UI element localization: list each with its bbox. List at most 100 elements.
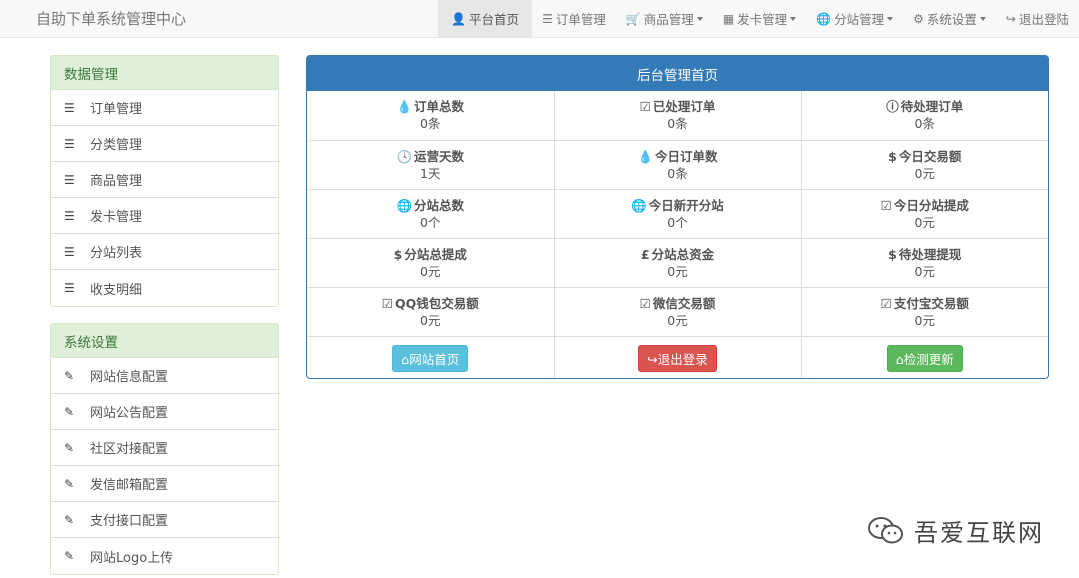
- button-label: 退出登录: [657, 351, 708, 367]
- nav-label: 订单管理: [555, 12, 606, 27]
- stat-value: 0条: [914, 116, 935, 132]
- nav-label: 商品管理: [643, 12, 694, 27]
- data_panel-item-1[interactable]: ☰ 分类管理: [51, 126, 278, 162]
- stat-value: 0元: [914, 214, 935, 230]
- top-nav: 👤 平台首页 ☰ 订单管理 🛒 商品管理 ▦ 发卡管理 🌐 分站管理 ⚙ 系统设置 ↪ 退出登陆: [438, 0, 1079, 37]
- stats-row: 🕓 运营天数 1天 💧 今日订单数 0条 $ 今日交易额 0元: [307, 139, 1048, 190]
- settings_panel-item-2[interactable]: ✎ 社区对接配置: [51, 430, 278, 466]
- stat-cell: 💧 今日订单数 0条: [553, 139, 802, 190]
- stat-value: 0元: [420, 263, 441, 279]
- dashboard-title: 后台管理首页: [307, 56, 1048, 91]
- stat-value: 0个: [420, 214, 441, 230]
- stat-label-text: 今日新开分站: [648, 197, 724, 213]
- list-item-label: 商品管理: [90, 174, 143, 189]
- stat-label: ☑ 已处理订单: [555, 98, 801, 115]
- system-settings-panel: 系统设置 ✎ 网站信息配置 ✎ 网站公告配置 ✎ 社区对接配置 ✎ 发信邮箱配置 ✎ 支付接口配置…: [50, 323, 279, 575]
- stat-label-text: 已处理订单: [652, 99, 716, 115]
- data_panel-item-0[interactable]: ☰ 订单管理: [51, 90, 278, 126]
- stats-row: $ 分站总提成 0元 £ 分站总资金 0元 $ 待处理提现 0元: [307, 237, 1049, 288]
- drop-icon: 💧: [396, 99, 413, 115]
- settings_panel-item-1[interactable]: ✎ 网站公告配置: [51, 394, 278, 430]
- edit-icon: ✎: [64, 476, 75, 491]
- dashboard-panel: 后台管理首页 💧 订单总数 0条 ☑ 已处理订单 0条 ⓘ 待处理订单 0条 🕓 运营天数 1天 💧 今日…: [306, 55, 1049, 379]
- stat-label: ☑ QQ钱包交易额: [307, 295, 554, 312]
- settings_panel-item-5[interactable]: ✎ 网站Logo上传: [51, 538, 278, 574]
- list-icon: ☰: [542, 11, 553, 26]
- nav-item-6[interactable]: ↪ 退出登陆: [996, 0, 1079, 37]
- check-square-icon: ☑: [880, 197, 892, 213]
- caret-down-icon: [887, 16, 894, 21]
- check-square-icon: ☑: [639, 99, 651, 115]
- logout-button[interactable]: ↪退出登录: [638, 344, 717, 372]
- list-icon: ☰: [64, 136, 75, 151]
- stat-value: 0元: [914, 263, 935, 279]
- stat-label-text: 今日交易额: [898, 148, 962, 164]
- user-icon: 👤: [451, 11, 467, 26]
- stat-label: ☑ 支付宝交易额: [802, 295, 1049, 312]
- globe-icon: 🌐: [816, 11, 832, 26]
- stat-label-text: 分站总数: [414, 197, 465, 213]
- stat-value: 0元: [914, 165, 935, 181]
- nav-item-4[interactable]: 🌐 分站管理: [806, 0, 903, 37]
- settings_panel-item-3[interactable]: ✎ 发信邮箱配置: [51, 466, 278, 502]
- nav-label: 退出登陆: [1018, 12, 1069, 27]
- list-icon: ☰: [64, 100, 75, 115]
- check-square-icon: ☑: [639, 295, 651, 311]
- brand-title[interactable]: 自助下单系统管理中心: [36, 8, 186, 29]
- settings_panel-item-0[interactable]: ✎ 网站信息配置: [51, 358, 278, 394]
- data_panel-item-4[interactable]: ☰ 分站列表: [51, 234, 278, 270]
- nav-item-2[interactable]: 🛒 商品管理: [616, 0, 713, 37]
- stat-label-text: 今日分站提成: [893, 197, 969, 213]
- stat-label-text: 分站总提成: [404, 246, 467, 262]
- home-button[interactable]: ⌂网站首页: [392, 344, 469, 372]
- stat-label: 🌐 分站总数: [307, 197, 554, 214]
- stat-cell: 🌐 今日新开分站 0个: [553, 188, 802, 239]
- stat-label-text: 待处理订单: [900, 99, 964, 115]
- dollar-icon: $: [888, 246, 897, 262]
- stat-label: 🌐 今日新开分站: [555, 197, 801, 214]
- data-management-list: ☰ 订单管理 ☰ 分类管理 ☰ 商品管理 ☰ 发卡管理 ☰ 分站列表 ☰ 收支明细: [51, 90, 278, 306]
- check-update-button[interactable]: ⌂检测更新: [886, 344, 963, 372]
- stat-label: $ 待处理提现: [802, 246, 1049, 263]
- data_panel-item-5[interactable]: ☰ 收支明细: [51, 270, 278, 306]
- stat-label: 🕓 运营天数: [307, 148, 554, 165]
- nav-item-3[interactable]: ▦ 发卡管理: [713, 0, 806, 37]
- stat-label: ☑ 微信交易额: [555, 295, 801, 312]
- stat-cell: $ 分站总提成 0元: [307, 237, 555, 288]
- list-item-label: 收支明细: [90, 282, 143, 298]
- stat-value: 0元: [667, 312, 688, 328]
- stats-table: 💧 订单总数 0条 ☑ 已处理订单 0条 ⓘ 待处理订单 0条 🕓 运营天数 1天 💧 今日订单数 0条 $ 今…: [307, 91, 1049, 378]
- list-item-label: 社区对接配置: [90, 442, 169, 457]
- nav-label: 发卡管理: [737, 12, 788, 27]
- watermark: 吾爱互联网: [866, 513, 1044, 548]
- actions-row: ⌂网站首页 ↪退出登录 ⌂检测更新: [307, 335, 1048, 378]
- caret-down-icon: [790, 16, 797, 21]
- settings_panel-item-4[interactable]: ✎ 支付接口配置: [51, 502, 278, 538]
- stat-label: £ 分站总资金: [555, 246, 801, 263]
- stat-label-text: 待处理提现: [898, 246, 962, 262]
- list-icon: ☰: [64, 244, 75, 259]
- action-cell: ⌂检测更新: [800, 335, 1048, 378]
- stat-value: 0条: [420, 116, 441, 132]
- stat-label: 💧 订单总数: [307, 98, 554, 115]
- button-label: 检测更新: [903, 351, 954, 367]
- data_panel-item-2[interactable]: ☰ 商品管理: [51, 162, 278, 198]
- edit-icon: ✎: [64, 549, 75, 563]
- action-cell: ⌂网站首页: [307, 335, 555, 378]
- globe-icon: 🌐: [396, 197, 413, 213]
- cart-icon: 🛒: [625, 11, 641, 26]
- list-item-label: 发信邮箱配置: [90, 478, 169, 493]
- nav-item-0[interactable]: 👤 平台首页: [438, 0, 533, 37]
- nav-item-5[interactable]: ⚙ 系统设置: [903, 0, 996, 37]
- stat-cell: ☑ QQ钱包交易额 0元: [307, 286, 555, 337]
- wechat-icon: [868, 516, 903, 543]
- data_panel-item-3[interactable]: ☰ 发卡管理: [51, 198, 278, 234]
- nav-label: 平台首页: [469, 12, 520, 27]
- list-item-label: 网站信息配置: [90, 370, 169, 385]
- stat-label-text: 运营天数: [414, 148, 465, 164]
- nav-item-1[interactable]: ☰ 订单管理: [532, 0, 616, 37]
- stats-row: 🌐 分站总数 0个 🌐 今日新开分站 0个 ☑ 今日分站提成 0元: [307, 188, 1048, 239]
- stat-value: 1天: [420, 165, 441, 181]
- top-navbar: 自助下单系统管理中心 👤 平台首页 ☰ 订单管理 🛒 商品管理 ▦ 发卡管理 🌐 分站管理 ⚙ 系统设…: [0, 0, 1079, 38]
- stats-row: 💧 订单总数 0条 ☑ 已处理订单 0条 ⓘ 待处理订单 0条: [307, 91, 1048, 141]
